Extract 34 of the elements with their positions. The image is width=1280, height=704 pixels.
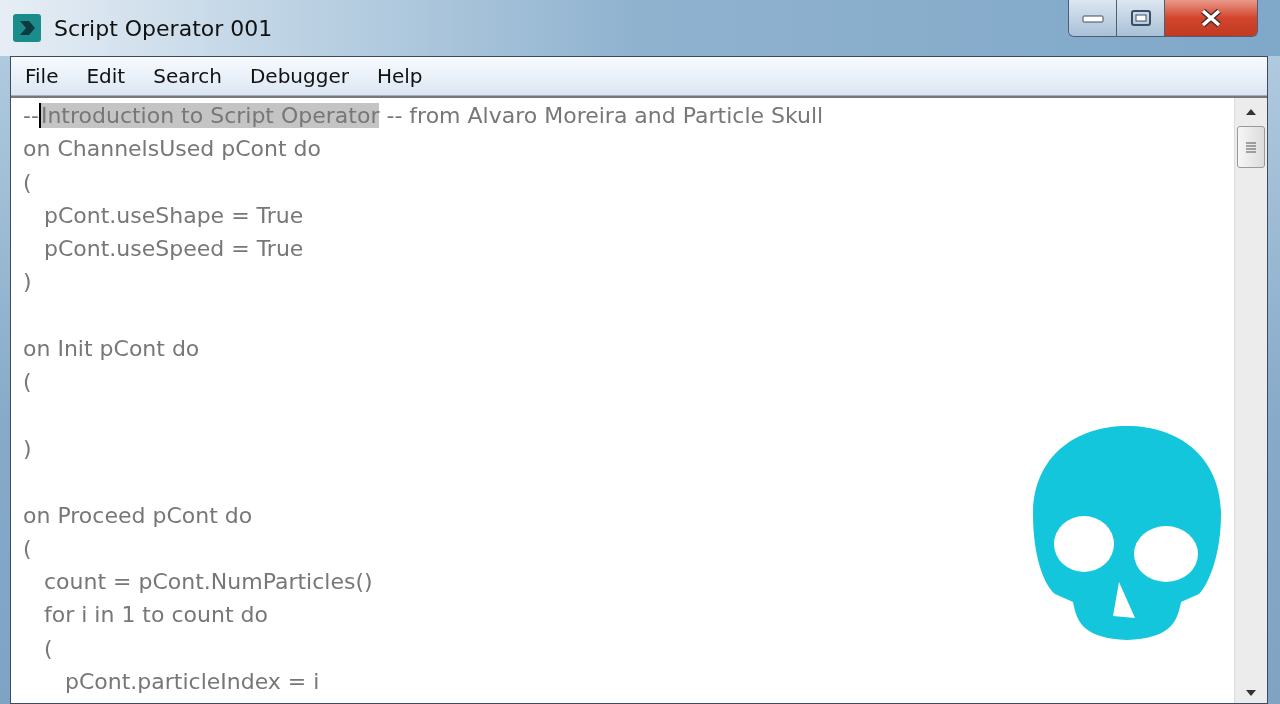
code-line: pCont.useSpeed = True [42,235,305,264]
menu-item[interactable]: Debugger [249,64,349,88]
scroll-thumb[interactable] [1237,126,1265,168]
close-icon [1199,9,1223,27]
menu-item[interactable]: Help [376,64,423,88]
code-line: pCont.particleIndex = i [63,668,321,697]
scrollbar[interactable] [1234,98,1267,703]
minimize-icon [1081,13,1104,23]
code-line: ) [23,434,33,463]
window-title: Script Operator 001 [54,15,273,41]
code-line: on Init pCont do [23,335,201,364]
maximize-icon [1129,9,1152,27]
menu-item[interactable]: Search [153,64,222,88]
menu-item[interactable]: File [25,64,59,88]
scroll-up-icon[interactable] [1245,108,1257,116]
code-line: on ChannelsUsed pCont do [23,135,322,164]
code-line: for i in 1 to count do [42,601,269,630]
code-line: on Proceed pCont do [23,501,254,530]
code-line: ) [23,268,33,297]
code-line: pCont.useShape = True [42,201,305,230]
code-line: count = pCont.NumParticles() [42,568,374,597]
code-text: -- [23,103,39,128]
selected-text: Introduction to Script Operator [38,103,380,128]
scroll-down-icon[interactable] [1245,689,1257,697]
code-line: ( [23,168,33,197]
menu-item[interactable]: Edit [86,64,126,88]
code-line: ( [42,634,54,663]
code-text: -- from Alvaro Moreira and Particle Skull [385,103,824,128]
maximize-button[interactable] [1117,0,1165,36]
close-button[interactable] [1165,0,1257,36]
code-line: ( [23,534,33,563]
app-icon [12,13,42,43]
minimize-button[interactable] [1069,0,1117,36]
code-line: ( [23,368,33,397]
